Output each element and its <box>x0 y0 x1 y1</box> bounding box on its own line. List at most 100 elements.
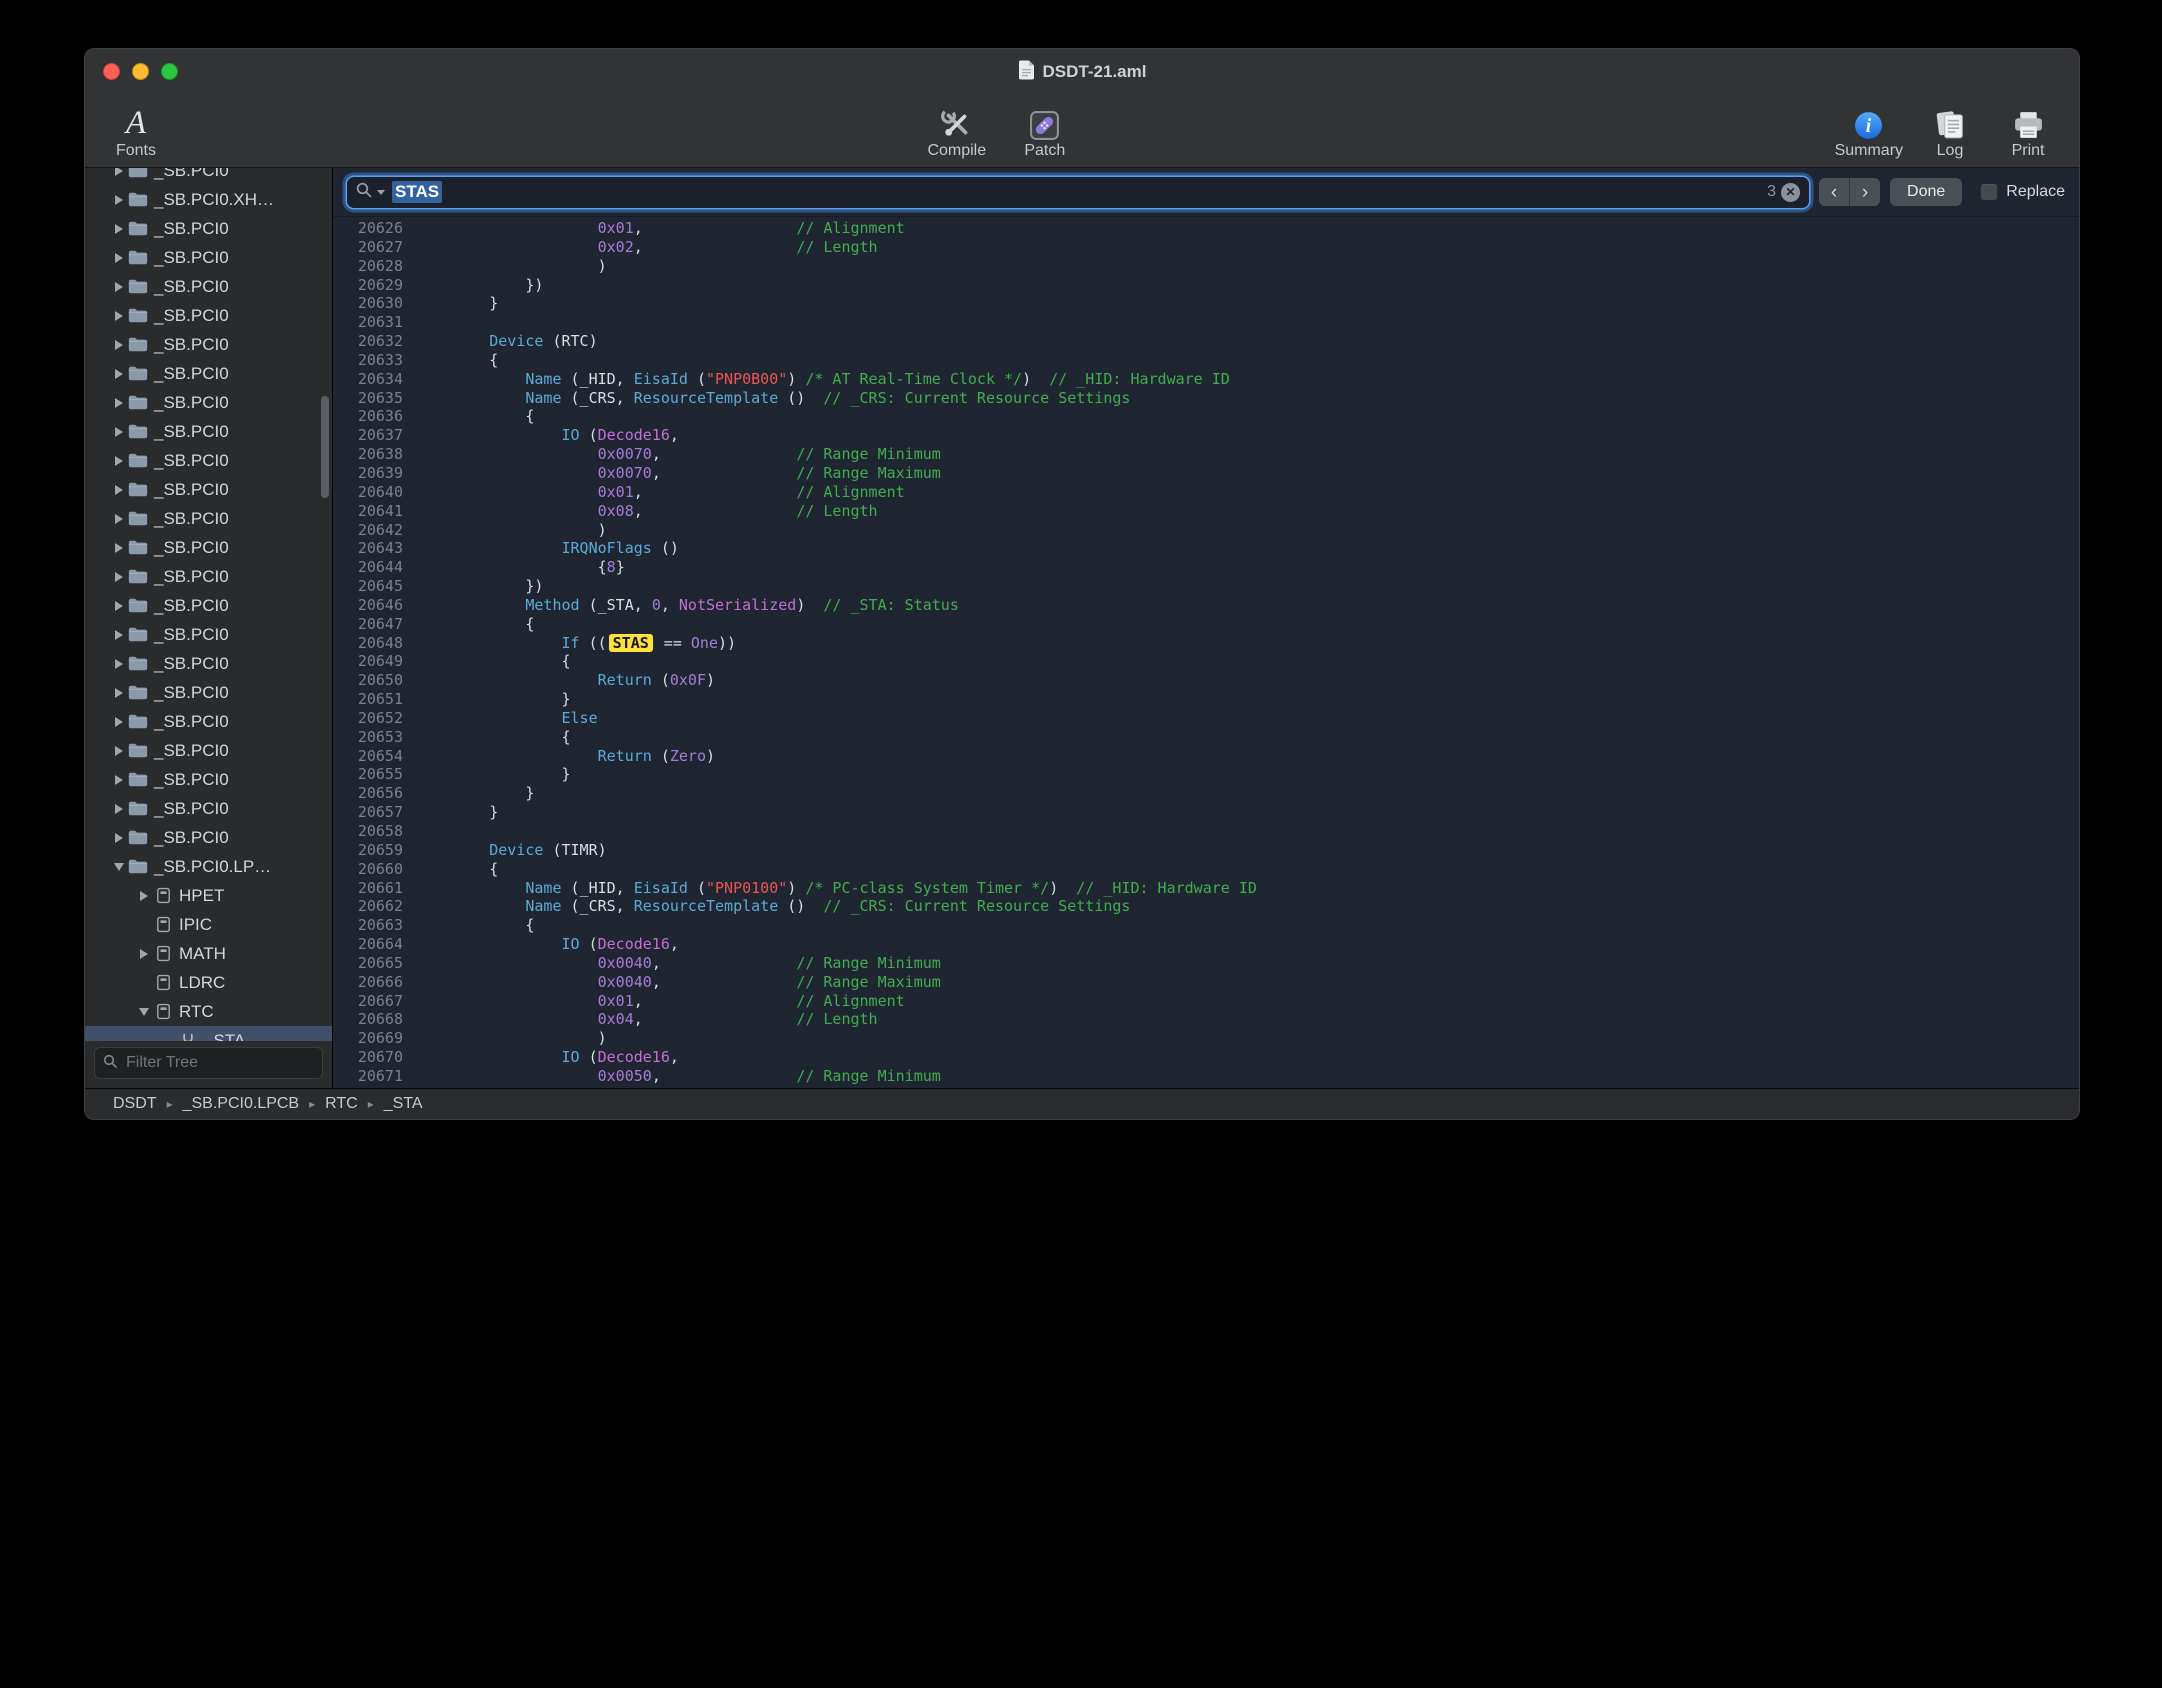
tree-item[interactable]: _SB.PCI0.LP… <box>85 852 332 881</box>
tree-item[interactable]: _SB.PCI0 <box>85 765 332 794</box>
tree-item[interactable]: _SB.PCI0.XH… <box>85 185 332 214</box>
summary-toolbar-button[interactable]: i Summary <box>1835 95 1903 160</box>
clear-search-icon[interactable]: ✕ <box>1781 183 1800 202</box>
breadcrumb-item[interactable]: _STA <box>384 1095 423 1113</box>
disclosure-triangle[interactable] <box>111 630 127 640</box>
filter-field[interactable] <box>94 1047 323 1079</box>
disclosure-triangle[interactable] <box>111 398 127 408</box>
code-line: 20640 0x01, // Alignment <box>333 483 2079 502</box>
filter-tree-input[interactable] <box>124 1053 335 1073</box>
disclosure-triangle[interactable] <box>111 456 127 466</box>
disclosure-triangle[interactable] <box>111 485 127 495</box>
disclosure-triangle[interactable] <box>111 775 127 785</box>
tree-item[interactable]: _SB.PCI0 <box>85 678 332 707</box>
breadcrumb-item[interactable]: RTC <box>325 1095 358 1113</box>
disclosure-triangle[interactable] <box>111 863 127 871</box>
disclosure-triangle[interactable] <box>111 572 127 582</box>
tree-item[interactable]: _SB.PCI0 <box>85 620 332 649</box>
minimize-button[interactable] <box>132 63 149 80</box>
compile-toolbar-button[interactable]: Compile <box>926 95 988 160</box>
fonts-toolbar-button[interactable]: A Fonts <box>105 95 167 160</box>
tree-item[interactable]: _SB.PCI0 <box>85 301 332 330</box>
code-line: 20632 Device (RTC) <box>333 332 2079 351</box>
tree-item[interactable]: _SB.PCI0 <box>85 272 332 301</box>
folder-icon <box>127 308 149 323</box>
tree-item[interactable]: _SB.PCI0 <box>85 533 332 562</box>
tree-item[interactable]: _STA <box>85 1026 332 1041</box>
tree-item[interactable]: RTC <box>85 997 332 1026</box>
tree-item-label: RTC <box>179 1002 214 1022</box>
search-input[interactable]: STAS 3 ✕ <box>347 177 1809 208</box>
disclosure-triangle[interactable] <box>111 369 127 379</box>
tree-item[interactable]: _SB.PCI0 <box>85 388 332 417</box>
disclosure-triangle[interactable] <box>136 949 152 959</box>
tree-item-label: _SB.PCI0 <box>154 828 229 848</box>
disclosure-triangle[interactable] <box>136 891 152 901</box>
tree-item[interactable]: _SB.PCI0 <box>85 794 332 823</box>
tree-item[interactable]: _SB.PCI0 <box>85 707 332 736</box>
replace-checkbox[interactable] <box>1980 183 1998 201</box>
tree-item[interactable]: _SB.PCI0 <box>85 504 332 533</box>
sidebar-scrollbar-thumb[interactable] <box>321 396 329 498</box>
disclosure-triangle[interactable] <box>111 195 127 205</box>
close-button[interactable] <box>103 63 120 80</box>
disclosure-triangle[interactable] <box>111 427 127 437</box>
tree-item[interactable]: HPET <box>85 881 332 910</box>
disclosure-triangle[interactable] <box>111 833 127 843</box>
code-line: 20629 }) <box>333 276 2079 295</box>
search-options-chevron-icon[interactable] <box>377 190 385 195</box>
code-area[interactable]: 20626 0x01, // Alignment20627 0x02, // L… <box>333 217 2079 1088</box>
code-line: 20653 { <box>333 728 2079 747</box>
tree-item[interactable]: MATH <box>85 939 332 968</box>
tree-item[interactable]: IPIC <box>85 910 332 939</box>
dsdt-tree[interactable]: _SB.PCI0_SB.PCI0.XH…_SB.PCI0_SB.PCI0_SB.… <box>85 168 332 1041</box>
disclosure-triangle[interactable] <box>111 659 127 669</box>
patch-toolbar-button[interactable]: Patch <box>1014 95 1076 160</box>
disclosure-triangle[interactable] <box>111 804 127 814</box>
tree-item[interactable]: _SB.PCI0 <box>85 823 332 852</box>
tree-item[interactable]: _SB.PCI0 <box>85 446 332 475</box>
tree-item[interactable]: _SB.PCI0 <box>85 475 332 504</box>
disclosure-triangle[interactable] <box>111 253 127 263</box>
breadcrumb-item[interactable]: DSDT <box>113 1095 157 1113</box>
tree-item[interactable]: _SB.PCI0 <box>85 649 332 678</box>
disclosure-triangle[interactable] <box>111 746 127 756</box>
disclosure-triangle[interactable] <box>136 1008 152 1016</box>
tree-item[interactable]: _SB.PCI0 <box>85 359 332 388</box>
find-previous-button[interactable]: ‹ <box>1819 178 1850 206</box>
folder-icon <box>127 337 149 352</box>
line-number: 20637 <box>333 426 417 445</box>
tree-item[interactable]: _SB.PCI0 <box>85 330 332 359</box>
tree-item[interactable]: _SB.PCI0 <box>85 736 332 765</box>
folder-icon <box>127 366 149 381</box>
tree-item[interactable]: _SB.PCI0 <box>85 168 332 185</box>
disclosure-triangle[interactable] <box>111 311 127 321</box>
disclosure-triangle[interactable] <box>111 688 127 698</box>
breadcrumb-item[interactable]: _SB.PCI0.LPCB <box>183 1095 300 1113</box>
disclosure-triangle[interactable] <box>111 282 127 292</box>
tree-item-label: _SB.PCI0 <box>154 306 229 326</box>
code-line: 20660 { <box>333 860 2079 879</box>
done-button[interactable]: Done <box>1890 178 1962 206</box>
log-toolbar-button[interactable]: Log <box>1919 95 1981 160</box>
disclosure-triangle[interactable] <box>111 601 127 611</box>
tree-item[interactable]: LDRC <box>85 968 332 997</box>
tree-item[interactable]: _SB.PCI0 <box>85 591 332 620</box>
method-icon <box>177 1033 199 1042</box>
disclosure-triangle[interactable] <box>111 224 127 234</box>
disclosure-triangle[interactable] <box>111 543 127 553</box>
zoom-button[interactable] <box>161 63 178 80</box>
tree-item[interactable]: _SB.PCI0 <box>85 562 332 591</box>
disclosure-triangle[interactable] <box>111 340 127 350</box>
find-next-button[interactable]: › <box>1850 178 1880 206</box>
summary-label: Summary <box>1835 142 1903 160</box>
print-toolbar-button[interactable]: Print <box>1997 95 2059 160</box>
disclosure-triangle[interactable] <box>111 717 127 727</box>
code-line: 20628 ) <box>333 257 2079 276</box>
disclosure-triangle[interactable] <box>111 514 127 524</box>
titlebar[interactable]: DSDT-21.aml <box>85 49 2079 95</box>
tree-item[interactable]: _SB.PCI0 <box>85 214 332 243</box>
tree-item[interactable]: _SB.PCI0 <box>85 417 332 446</box>
disclosure-triangle[interactable] <box>111 168 127 176</box>
tree-item[interactable]: _SB.PCI0 <box>85 243 332 272</box>
